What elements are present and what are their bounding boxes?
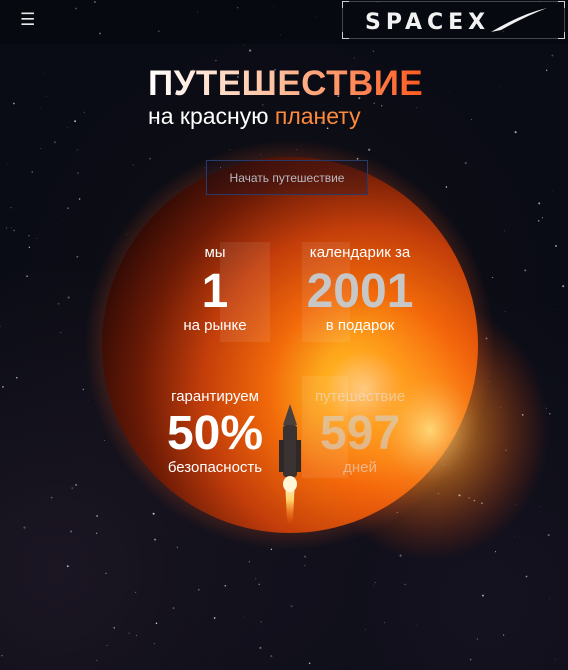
stat-card-calendar: календарик за 2001 в подарок [302,242,418,342]
start-journey-button[interactable]: Начать путешествие [206,160,368,195]
stat-card-market: мы 1 на рынке [160,242,270,342]
stat-value: 50% [166,407,264,460]
hamburger-menu-icon[interactable]: ☰ [20,12,36,29]
stat-card-trip-days: путешествие 597 дней [302,376,418,478]
stat-caption: в подарок [325,317,395,334]
stat-value: 597 [319,407,401,460]
logo-corner [558,1,565,8]
spacex-logo[interactable]: SPACEX [342,1,565,39]
stat-value: 1 [201,265,229,318]
stat-label: календарик за [309,244,411,261]
logo-corner [558,32,565,39]
stat-card-safety: гарантируем 50% безопасность [160,386,270,478]
stat-caption: безопасность [167,459,263,476]
logo-corner [342,32,349,39]
page-subtitle: на красную планету [148,103,361,130]
stat-label: путешествие [314,388,406,405]
page-title: ПУТЕШЕСТВИЕ [148,64,424,103]
svg-text:SPACEX: SPACEX [365,10,490,35]
subtitle-part-2: планету [274,103,361,129]
subtitle-part-1: на красную [148,103,269,129]
stat-value: 2001 [306,265,414,318]
stat-caption: дней [343,459,377,476]
spacex-logo-graphic: SPACEX [365,8,547,35]
stat-label: гарантируем [171,388,259,405]
top-bar: ☰ SPACEX [0,0,568,44]
stat-caption: на рынке [183,317,247,334]
stat-label: мы [204,244,226,261]
logo-corner [342,1,349,8]
